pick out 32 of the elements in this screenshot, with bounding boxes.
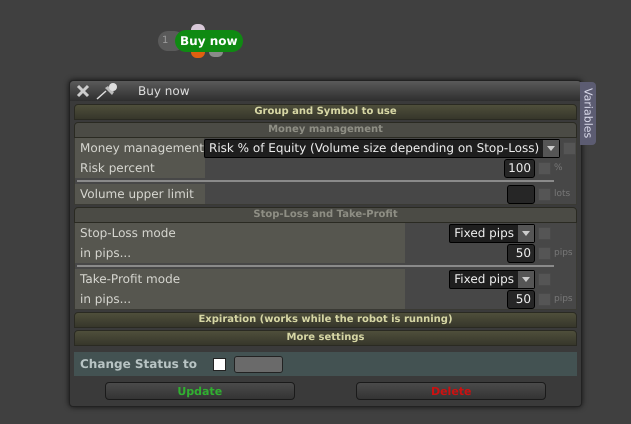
section-header[interactable]: Group and Symbol to use <box>74 104 577 120</box>
caret-icon <box>547 146 556 150</box>
unit-label: % <box>554 163 564 173</box>
field-label: in pips... <box>79 292 132 306</box>
field-label: in pips... <box>79 246 132 260</box>
field-label: Money management <box>79 141 204 155</box>
number-field[interactable] <box>507 184 535 204</box>
node-label: Buy now <box>175 30 243 52</box>
pin-icon[interactable] <box>96 82 118 100</box>
checkbox[interactable] <box>563 142 576 154</box>
field-label: Stop-Loss mode <box>79 226 176 240</box>
section-header[interactable]: Expiration (works while the robot is running) <box>74 312 577 328</box>
status-field[interactable] <box>234 356 283 372</box>
caret-icon <box>522 276 530 282</box>
number-field[interactable]: 50 <box>507 290 535 308</box>
update-button[interactable]: Update <box>104 382 295 400</box>
variables-tab[interactable]: Variables <box>580 82 596 145</box>
number-field[interactable]: 50 <box>507 244 535 262</box>
node-drawing[interactable]: 1 Buy now <box>158 24 242 60</box>
dropdown[interactable]: Risk % of Equity (Volume size depending on Stop-Loss) <box>204 138 560 158</box>
dropdown[interactable]: Fixed pips <box>449 224 535 242</box>
caret-icon <box>522 230 530 236</box>
checkbox[interactable] <box>212 358 226 370</box>
dropdown[interactable]: Fixed pips <box>449 270 535 288</box>
section-header[interactable]: More settings <box>74 330 577 346</box>
field-label: Take-Profit mode <box>79 272 180 286</box>
close-icon[interactable] <box>76 84 90 98</box>
status-label: Change Status to <box>80 357 197 371</box>
number-field[interactable]: 100 <box>504 158 535 178</box>
field-label: Risk percent <box>79 161 155 175</box>
window-title: Buy now <box>138 84 190 98</box>
field-label: Volume upper limit <box>79 187 194 201</box>
